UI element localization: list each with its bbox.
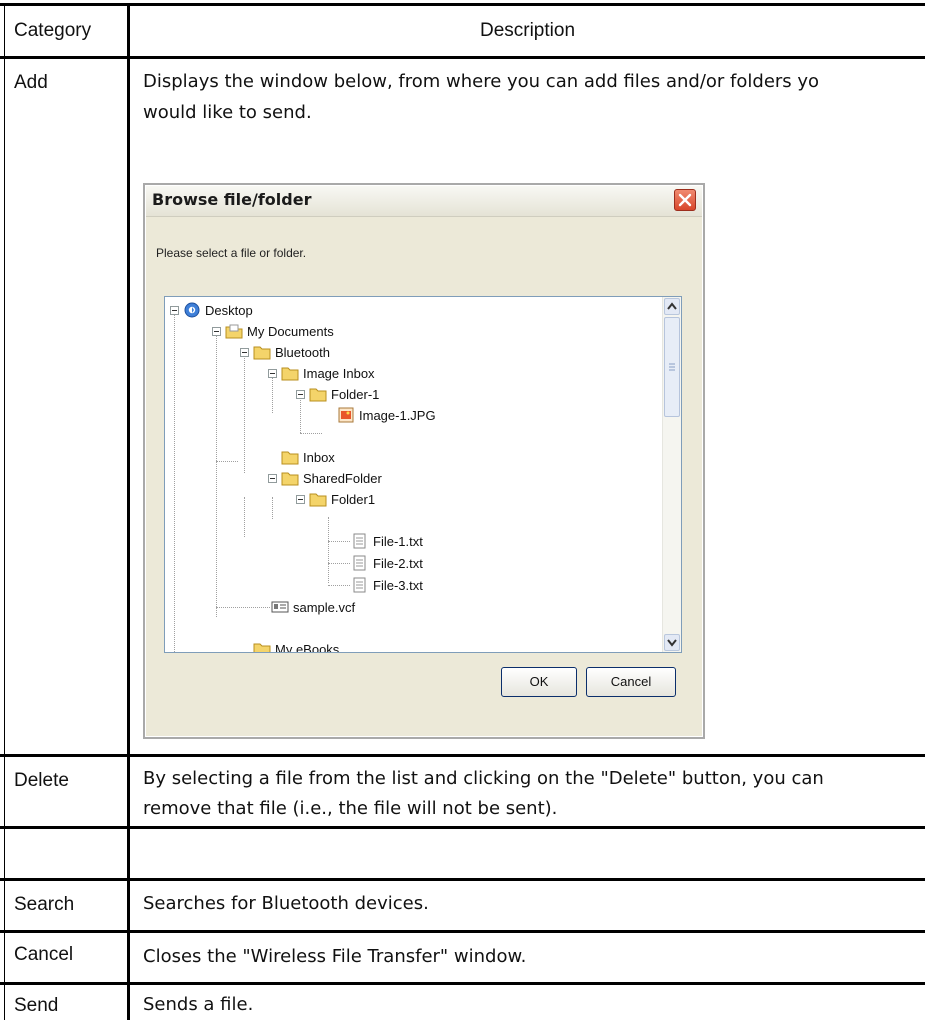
browse-file-folder-dialog: Browse file/folder Please select a file … bbox=[143, 183, 705, 739]
category-cancel: Cancel bbox=[14, 944, 74, 965]
description-delete-line-2: remove that file (i.e., the file will no… bbox=[143, 798, 558, 819]
tree-item-label: sample.vcf bbox=[293, 599, 356, 615]
tree-item-my-documents[interactable]: My Documents bbox=[212, 321, 334, 341]
close-button[interactable] bbox=[674, 189, 696, 211]
table-rule bbox=[0, 56, 925, 59]
tree-item-my-ebooks[interactable]: My eBooks bbox=[253, 639, 340, 653]
tree-item-image-inbox[interactable]: Image Inbox bbox=[268, 363, 375, 383]
collapse-icon[interactable] bbox=[170, 305, 179, 315]
category-add: Add bbox=[14, 72, 48, 93]
chevron-up-icon bbox=[667, 302, 677, 310]
description-delete-line-1: By selecting a file from the list and cl… bbox=[143, 768, 824, 789]
table-rule bbox=[0, 930, 925, 933]
category-description-table: Category Description Add Displays the wi… bbox=[0, 0, 925, 1020]
ok-button[interactable]: OK bbox=[501, 667, 577, 697]
tree-item-file-3-txt[interactable]: File-3.txt bbox=[351, 575, 423, 595]
table-rule bbox=[0, 3, 925, 6]
collapse-icon[interactable] bbox=[240, 347, 249, 357]
tree-item-label: Image-1.JPG bbox=[359, 407, 436, 423]
description-send: Sends a file. bbox=[143, 994, 254, 1015]
category-send: Send bbox=[14, 995, 59, 1016]
folder-icon bbox=[309, 491, 327, 507]
tree-item-label: My Documents bbox=[247, 323, 334, 339]
folder-icon bbox=[281, 470, 299, 486]
scroll-up-button[interactable] bbox=[664, 298, 680, 315]
image-file-icon bbox=[337, 407, 355, 423]
category-delete: Delete bbox=[14, 770, 69, 791]
table-rule bbox=[0, 982, 925, 985]
collapse-icon[interactable] bbox=[212, 326, 221, 336]
collapse-icon[interactable] bbox=[296, 389, 305, 399]
desktop-icon bbox=[183, 302, 201, 318]
tree-item-file-2-txt[interactable]: File-2.txt bbox=[351, 553, 423, 573]
folder-icon bbox=[281, 449, 299, 465]
grip-icon bbox=[669, 363, 675, 371]
dialog-prompt: Please select a file or folder. bbox=[156, 246, 307, 260]
category-search: Search bbox=[14, 894, 75, 915]
table-rule bbox=[4, 3, 5, 1020]
tree-item-bluetooth[interactable]: Bluetooth bbox=[240, 342, 330, 362]
folder-icon bbox=[281, 365, 299, 381]
tree-item-sharedfolder[interactable]: SharedFolder bbox=[268, 468, 382, 488]
folder-tree[interactable]: Desktop My Documents Bluetooth Image Inb… bbox=[164, 296, 682, 653]
tree-item-label: Bluetooth bbox=[275, 344, 330, 360]
cancel-button[interactable]: Cancel bbox=[586, 667, 676, 697]
folder-icon bbox=[253, 344, 271, 360]
tree-item-label: Image Inbox bbox=[303, 365, 375, 381]
collapse-icon[interactable] bbox=[296, 494, 305, 504]
table-rule bbox=[0, 878, 925, 881]
my-documents-folder-icon bbox=[225, 323, 243, 339]
description-add-line-2: would like to send. bbox=[143, 102, 312, 123]
collapse-icon[interactable] bbox=[268, 473, 277, 483]
text-file-icon bbox=[351, 533, 369, 549]
collapse-icon[interactable] bbox=[268, 368, 277, 378]
dialog-title: Browse file/folder bbox=[152, 190, 312, 209]
tree-scrollbar[interactable] bbox=[662, 297, 681, 652]
tree-item-folder1[interactable]: Folder1 bbox=[296, 489, 375, 509]
tree-item-sample-vcf[interactable]: sample.vcf bbox=[271, 597, 355, 617]
table-rule bbox=[0, 826, 925, 829]
tree-item-label: File-2.txt bbox=[373, 555, 423, 571]
header-category: Category bbox=[14, 20, 92, 41]
description-search: Searches for Bluetooth devices. bbox=[143, 893, 429, 914]
text-file-icon bbox=[351, 577, 369, 593]
header-description: Description bbox=[479, 20, 576, 41]
dialog-title-bar: Browse file/folder bbox=[146, 186, 702, 217]
scroll-thumb[interactable] bbox=[664, 317, 680, 417]
folder-icon bbox=[309, 386, 327, 402]
tree-item-label: SharedFolder bbox=[303, 470, 382, 486]
tree-item-label: Inbox bbox=[303, 449, 335, 465]
tree-item-label: Folder1 bbox=[331, 491, 376, 507]
description-add-line-1: Displays the window below, from where yo… bbox=[143, 71, 820, 92]
tree-item-label: File-3.txt bbox=[373, 577, 423, 593]
tree-item-folder-1[interactable]: Folder-1 bbox=[296, 384, 379, 404]
tree-item-label: Folder-1 bbox=[331, 386, 380, 402]
tree-item-image-1-jpg[interactable]: Image-1.JPG bbox=[337, 405, 436, 425]
tree-item-inbox[interactable]: Inbox bbox=[281, 447, 335, 467]
tree-item-desktop[interactable]: Desktop bbox=[170, 300, 253, 320]
folder-icon bbox=[253, 641, 271, 652]
tree-item-label: Desktop bbox=[205, 302, 253, 318]
table-rule bbox=[0, 754, 925, 757]
description-cancel: Closes the "Wireless File Transfer" wind… bbox=[143, 946, 527, 967]
vcard-file-icon bbox=[271, 599, 289, 615]
tree-item-label: My eBooks bbox=[275, 641, 340, 653]
text-file-icon bbox=[351, 555, 369, 571]
chevron-down-icon bbox=[667, 639, 677, 647]
tree-item-file-1-txt[interactable]: File-1.txt bbox=[351, 531, 423, 551]
scroll-down-button[interactable] bbox=[664, 634, 680, 651]
table-rule bbox=[127, 3, 130, 1020]
tree-item-label: File-1.txt bbox=[373, 533, 423, 549]
close-icon bbox=[678, 193, 692, 207]
